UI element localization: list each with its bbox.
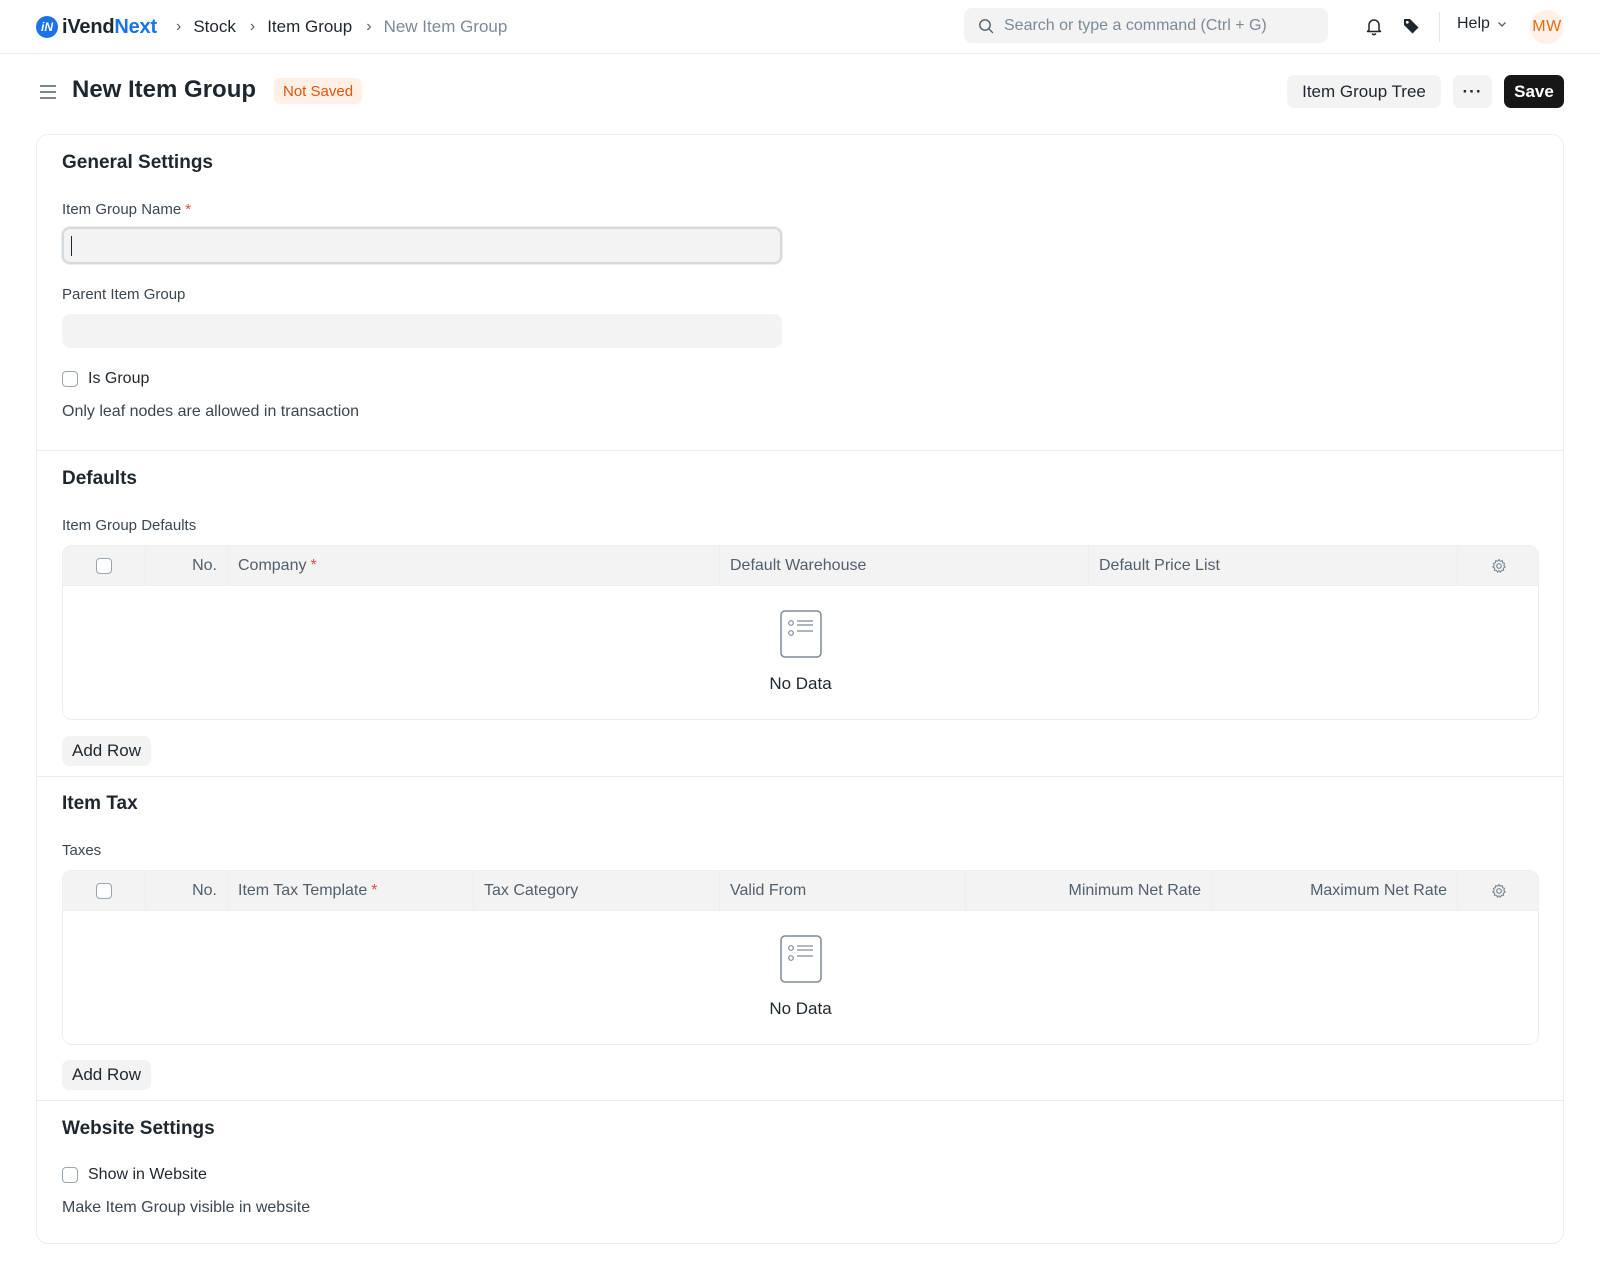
page-title: New Item Group — [72, 76, 257, 103]
empty-list-icon — [779, 935, 822, 983]
save-button[interactable]: Save — [1504, 75, 1564, 108]
column-item-tax-template: Item Tax Template * — [227, 871, 473, 911]
chevron-right-icon: › — [249, 18, 256, 35]
avatar[interactable]: MW — [1530, 10, 1564, 44]
add-row-button[interactable]: Add Row — [62, 1060, 151, 1090]
column-no: No. — [145, 546, 227, 586]
table-body: No Data — [63, 586, 1538, 719]
select-all-checkbox[interactable] — [96, 883, 112, 899]
column-default-warehouse: Default Warehouse — [719, 546, 1088, 586]
is-group-checkbox-row[interactable]: Is Group — [62, 370, 149, 388]
select-all-cell — [63, 546, 145, 586]
logo-icon: iN — [36, 16, 58, 38]
top-navbar: iN iVendNext › Stock › Item Group › New … — [0, 0, 1600, 54]
parent-item-group-label: Parent Item Group — [62, 286, 186, 303]
logo-text: iVendNext — [62, 15, 157, 38]
no-data-text: No Data — [769, 674, 832, 693]
item-group-tree-button[interactable]: Item Group Tree — [1287, 75, 1441, 108]
column-maximum-net-rate: Maximum Net Rate — [1211, 871, 1457, 911]
gear-icon — [1492, 558, 1506, 573]
more-actions-button[interactable]: ··· — [1453, 75, 1492, 108]
empty-state: No Data — [63, 610, 1538, 694]
help-label: Help — [1457, 15, 1490, 32]
section-title-general: General Settings — [62, 152, 213, 173]
section-title-website: Website Settings — [62, 1118, 215, 1139]
text-caret — [71, 236, 72, 256]
column-company: Company * — [227, 546, 719, 586]
taxes-label: Taxes — [62, 842, 102, 859]
is-group-label: Is Group — [88, 370, 150, 387]
column-valid-from: Valid From — [719, 871, 965, 911]
column-settings-button[interactable] — [1457, 546, 1538, 586]
no-data-text: No Data — [769, 999, 832, 1018]
breadcrumb: › Stock › Item Group › New Item Group — [176, 14, 521, 40]
select-all-checkbox[interactable] — [96, 558, 112, 574]
hamburger-menu-icon — [40, 85, 56, 99]
chevron-down-icon — [1497, 22, 1506, 27]
app-logo[interactable]: iN iVendNext — [36, 14, 157, 40]
table-body: No Data — [63, 911, 1538, 1044]
chevron-right-icon: › — [366, 18, 372, 35]
is-group-hint: Only leaf nodes are allowed in transacti… — [62, 403, 360, 420]
tag-icon — [1403, 19, 1419, 34]
empty-list-icon — [779, 610, 822, 658]
parent-item-group-input[interactable] — [62, 314, 782, 348]
add-row-button[interactable]: Add Row — [62, 736, 151, 766]
help-dropdown[interactable]: Help — [1457, 15, 1508, 33]
section-divider — [36, 776, 1564, 777]
breadcrumb-current: New Item Group — [383, 17, 508, 36]
section-divider — [36, 450, 1564, 451]
bell-icon — [1366, 19, 1382, 36]
show-in-website-label: Show in Website — [88, 1166, 207, 1183]
breadcrumb-stock[interactable]: Stock — [193, 17, 236, 37]
search-icon — [979, 18, 994, 33]
column-settings-button[interactable] — [1457, 871, 1538, 911]
is-group-checkbox[interactable] — [62, 371, 78, 387]
table-header: No. Item Tax Template * Tax Category Vali… — [63, 871, 1538, 911]
column-minimum-net-rate: Minimum Net Rate — [965, 871, 1211, 911]
show-in-website-checkbox-row[interactable]: Show in Website — [62, 1166, 207, 1184]
item-group-name-label: Item Group Name * — [62, 201, 192, 218]
notifications-button[interactable] — [1362, 14, 1386, 38]
item-group-defaults-table: No. Company * Default Warehouse Default P… — [62, 545, 1539, 720]
column-tax-category: Tax Category — [473, 871, 719, 911]
select-all-cell — [63, 871, 145, 911]
chevron-right-icon: › — [176, 18, 182, 35]
gear-icon — [1492, 883, 1506, 898]
sidebar-toggle-button[interactable] — [38, 82, 58, 102]
tags-button[interactable] — [1399, 14, 1423, 38]
show-in-website-hint: Make Item Group visible in website — [62, 1199, 311, 1216]
search-bar[interactable] — [964, 8, 1328, 43]
column-no: No. — [145, 871, 227, 911]
taxes-table: No. Item Tax Template * Tax Category Vali… — [62, 870, 1539, 1045]
section-title-item-tax: Item Tax — [62, 793, 138, 814]
column-default-price-list: Default Price List — [1088, 546, 1457, 586]
item-group-defaults-label: Item Group Defaults — [62, 517, 197, 534]
section-title-defaults: Defaults — [62, 468, 137, 489]
search-input[interactable] — [1004, 16, 1324, 35]
status-badge: Not Saved — [274, 78, 363, 104]
section-divider — [36, 1100, 1564, 1101]
show-in-website-checkbox[interactable] — [62, 1167, 78, 1183]
navbar-divider — [1439, 12, 1440, 42]
table-header: No. Company * Default Warehouse Default P… — [63, 546, 1538, 586]
item-group-name-input[interactable] — [62, 227, 782, 264]
breadcrumb-item-group[interactable]: Item Group — [267, 17, 352, 37]
empty-state: No Data — [63, 935, 1538, 1019]
